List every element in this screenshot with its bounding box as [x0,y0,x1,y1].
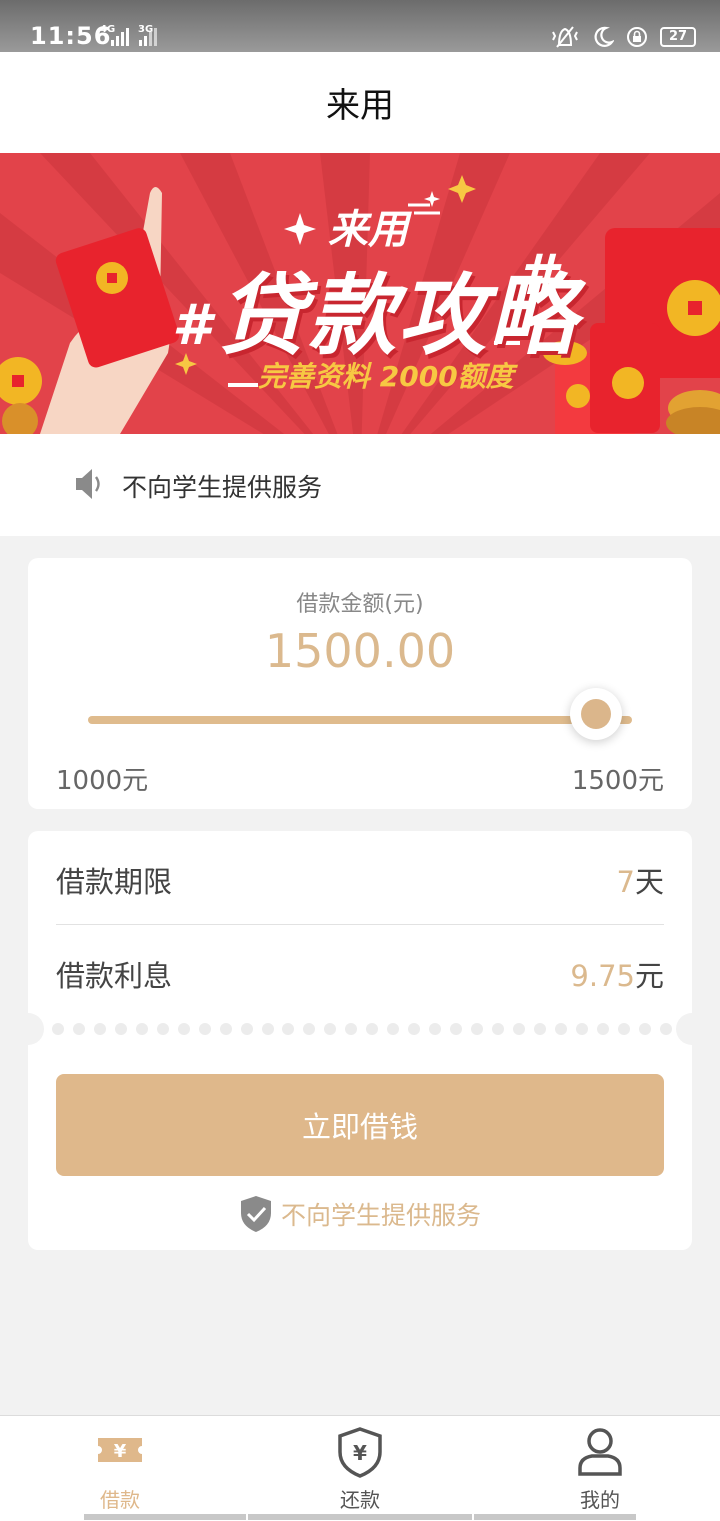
battery-icon: 27 [660,27,696,47]
page-title: 来用 [326,86,394,126]
ticket-perforation [12,1013,708,1045]
tab-mine-label: 我的 [580,1488,620,1512]
term-unit: 天 [634,865,664,899]
amount-label: 借款金额(元) [296,592,424,617]
borrow-now-button[interactable]: 立即借钱 [56,1074,664,1176]
interest-unit: 元 [634,959,664,993]
loan-detail-card: 借款期限 7天 借款利息 9.75元 立即借钱 不向学生提供服务 [12,831,708,1250]
footer-notice: 不向学生提供服务 [28,1195,692,1233]
bottom-tab-bar: ¥ 借款 ¥ 还款 我的 [0,1415,720,1521]
status-bar: 11:56 4G 3G 27 [0,0,720,52]
signal-icon [111,28,129,46]
term-number: 7 [616,865,635,899]
interest-label: 借款利息 [56,959,173,993]
footer-notice-text: 不向学生提供服务 [280,1201,481,1230]
yen-shield-icon: ¥ [338,1427,382,1478]
moon-icon [594,26,614,47]
tab-borrow-label: 借款 [100,1488,140,1512]
status-icons: 27 [550,25,696,49]
amount-max-label: 1500元 [571,766,664,796]
amount-slider-thumb[interactable] [570,688,622,740]
notch-right [676,1013,708,1045]
tab-mine[interactable]: 我的 [480,1416,720,1521]
yen-ticket-icon: ¥ [98,1438,142,1462]
amount-min-label: 1000元 [56,766,149,796]
amount-value: 1500.00 [264,624,456,678]
home-indicator-1 [84,1514,246,1520]
promo-banner[interactable]: 来用 # 贷款攻略 # 完善资料 2000额度 [0,153,720,434]
tab-repay-label: 还款 [340,1488,380,1512]
banner-hash-left: # [172,293,211,358]
signal-icon-2 [139,28,157,46]
notice-text: 不向学生提供服务 [122,473,323,502]
interest-value: 9.75元 [570,953,664,995]
notch-left [12,1013,44,1045]
shield-check-icon [240,1196,271,1232]
perforation-dots [52,1023,672,1035]
loan-amount-card: 借款金额(元) 1500.00 1000元 1500元 [28,558,692,809]
home-indicator-3 [474,1514,636,1520]
notice-bar: 不向学生提供服务 [0,434,720,536]
user-icon [578,1428,622,1476]
svg-text:¥: ¥ [353,1441,367,1465]
term-value: 7天 [617,859,664,901]
amount-slider-track[interactable] [88,716,632,724]
interest-number: 9.75 [570,959,635,993]
home-indicator-2 [248,1514,472,1520]
interest-row: 借款利息 9.75元 [56,925,664,1018]
rotation-lock-icon [627,27,647,47]
app-header: 来用 [0,52,720,153]
banner-subline: 完善资料 2000额度 [258,360,514,393]
banner-hash-right: # [518,243,557,308]
term-row: 借款期限 7天 [56,831,664,924]
tab-repay[interactable]: ¥ 还款 [240,1416,480,1521]
svg-text:¥: ¥ [114,1441,127,1462]
term-label: 借款期限 [56,865,173,899]
speaker-icon [76,469,100,499]
vibrate-icon [552,26,578,48]
tab-borrow[interactable]: ¥ 借款 [0,1416,240,1521]
